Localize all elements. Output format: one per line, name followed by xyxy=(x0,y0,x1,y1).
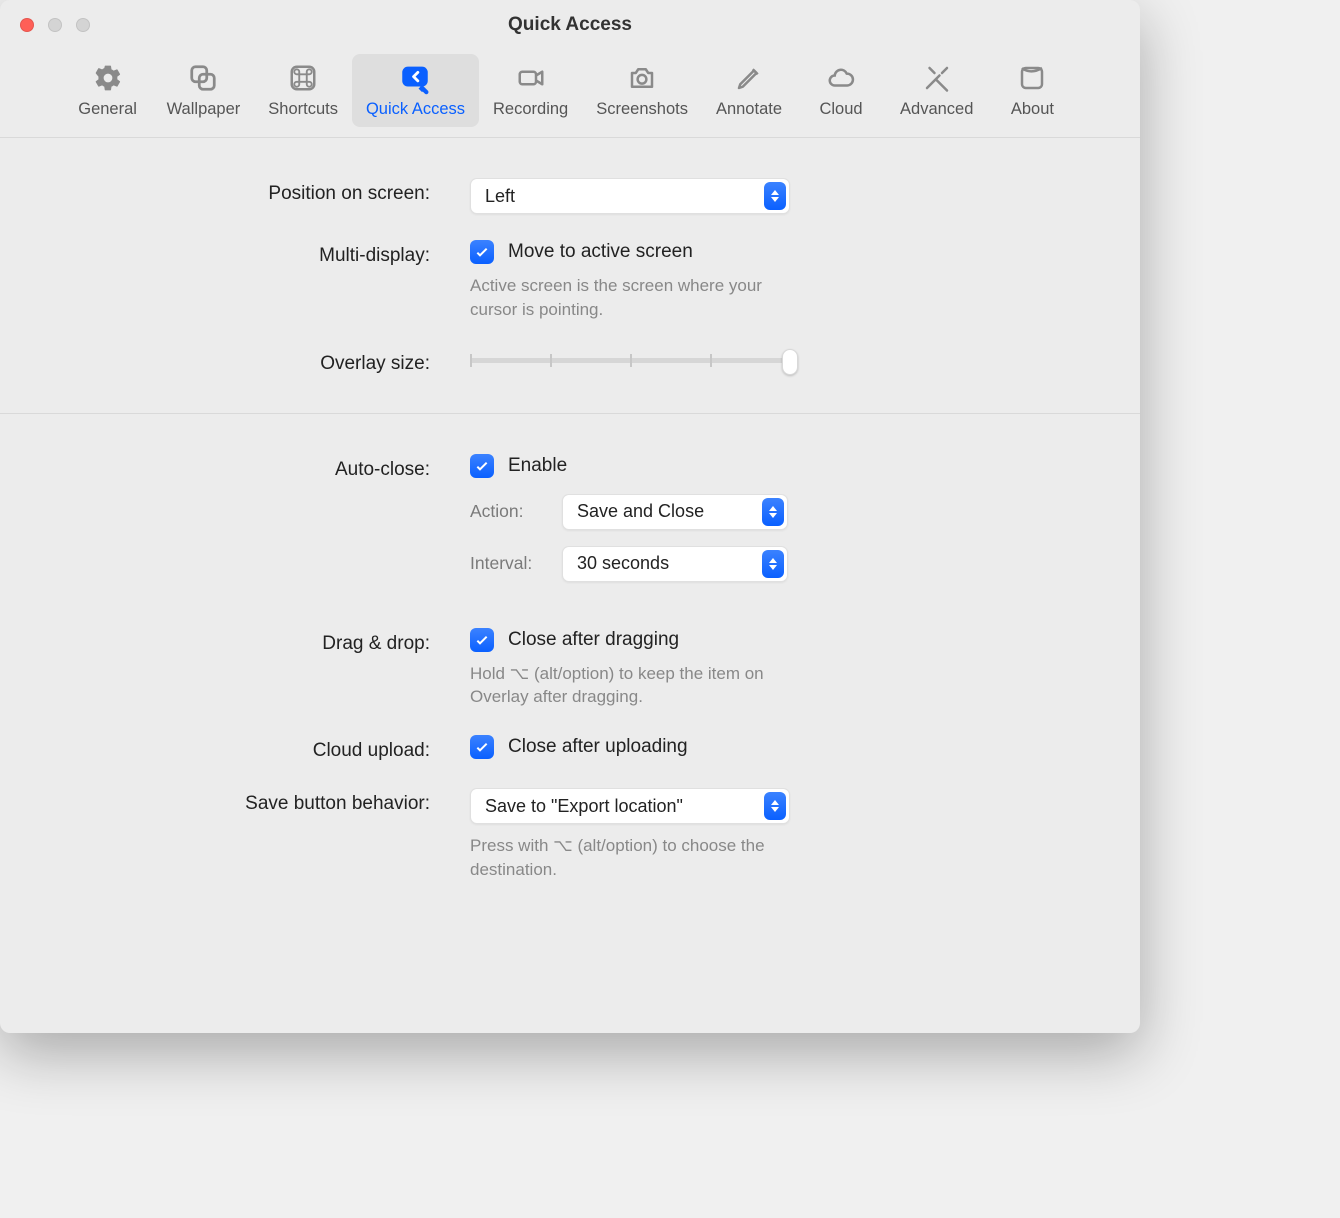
tab-label: Cloud xyxy=(819,100,862,119)
slider-knob[interactable] xyxy=(782,349,798,375)
save-behavior-popup[interactable]: Save to "Export location" xyxy=(470,788,790,824)
tab-annotate[interactable]: Annotate xyxy=(702,54,796,127)
tab-label: Annotate xyxy=(716,100,782,119)
updown-icon xyxy=(764,792,786,820)
tab-label: Wallpaper xyxy=(167,100,241,119)
preferences-window: Quick Access General Wallpaper Shortcuts xyxy=(0,0,1140,1033)
multi-display-checkbox[interactable] xyxy=(470,240,494,264)
action-sublabel: Action: xyxy=(470,501,538,522)
interval-sublabel: Interval: xyxy=(470,553,538,574)
tab-quick-access[interactable]: Quick Access xyxy=(352,54,479,127)
updown-icon xyxy=(762,550,784,578)
tab-shortcuts[interactable]: Shortcuts xyxy=(254,54,352,127)
tab-general[interactable]: General xyxy=(63,54,153,127)
interval-value: 30 seconds xyxy=(577,553,669,574)
cloud-icon xyxy=(823,60,859,96)
cloud-upload-label: Cloud upload: xyxy=(0,735,470,762)
tab-wallpaper[interactable]: Wallpaper xyxy=(153,54,255,127)
content: Position on screen: Left Multi-display: xyxy=(0,138,1140,1033)
titlebar: Quick Access General Wallpaper Shortcuts xyxy=(0,0,1140,138)
tab-about[interactable]: About xyxy=(987,54,1077,127)
window-title: Quick Access xyxy=(0,14,1140,36)
tab-screenshots[interactable]: Screenshots xyxy=(582,54,702,127)
wallpaper-icon xyxy=(185,60,221,96)
tab-label: Advanced xyxy=(900,100,973,119)
position-label: Position on screen: xyxy=(0,178,470,205)
cloud-checkbox-label: Close after uploading xyxy=(508,736,688,758)
drag-label: Drag & drop: xyxy=(0,628,470,655)
drag-checkbox[interactable] xyxy=(470,628,494,652)
about-icon xyxy=(1014,60,1050,96)
save-behavior-hint: Press with ⌥ (alt/option) to choose the … xyxy=(470,834,810,882)
save-behavior-value: Save to "Export location" xyxy=(485,796,683,817)
drag-hint: Hold ⌥ (alt/option) to keep the item on … xyxy=(470,662,810,710)
updown-icon xyxy=(764,182,786,210)
quick-access-icon xyxy=(397,60,433,96)
multi-display-label: Multi-display: xyxy=(0,240,470,267)
position-popup[interactable]: Left xyxy=(470,178,790,214)
multi-display-hint: Active screen is the screen where your c… xyxy=(470,274,810,322)
position-value: Left xyxy=(485,186,515,207)
section-behavior: Auto-close: Enable Action: Save and Clos… xyxy=(0,413,1140,920)
tab-label: Shortcuts xyxy=(268,100,338,119)
toolbar-tabs: General Wallpaper Shortcuts Quick Access xyxy=(0,54,1140,127)
autoclose-checkbox[interactable] xyxy=(470,454,494,478)
camera-icon xyxy=(624,60,660,96)
gear-icon xyxy=(90,60,126,96)
tab-label: General xyxy=(78,100,137,119)
tab-label: Recording xyxy=(493,100,568,119)
updown-icon xyxy=(762,498,784,526)
save-behavior-label: Save button behavior: xyxy=(0,788,470,815)
tab-recording[interactable]: Recording xyxy=(479,54,582,127)
cloud-checkbox[interactable] xyxy=(470,735,494,759)
drag-checkbox-label: Close after dragging xyxy=(508,629,679,651)
tab-cloud[interactable]: Cloud xyxy=(796,54,886,127)
tools-icon xyxy=(919,60,955,96)
tab-label: Screenshots xyxy=(596,100,688,119)
tab-label: About xyxy=(1011,100,1054,119)
multi-display-checkbox-label: Move to active screen xyxy=(508,241,693,263)
overlay-size-slider[interactable] xyxy=(470,348,790,363)
section-display: Position on screen: Left Multi-display: xyxy=(0,138,1140,413)
action-popup[interactable]: Save and Close xyxy=(562,494,788,530)
tab-advanced[interactable]: Advanced xyxy=(886,54,987,127)
tab-label: Quick Access xyxy=(366,100,465,119)
autoclose-checkbox-label: Enable xyxy=(508,455,567,477)
command-icon xyxy=(285,60,321,96)
interval-popup[interactable]: 30 seconds xyxy=(562,546,788,582)
highlighter-icon xyxy=(731,60,767,96)
autoclose-label: Auto-close: xyxy=(0,454,470,481)
overlay-size-label: Overlay size: xyxy=(0,348,470,375)
action-value: Save and Close xyxy=(577,501,704,522)
video-icon xyxy=(513,60,549,96)
